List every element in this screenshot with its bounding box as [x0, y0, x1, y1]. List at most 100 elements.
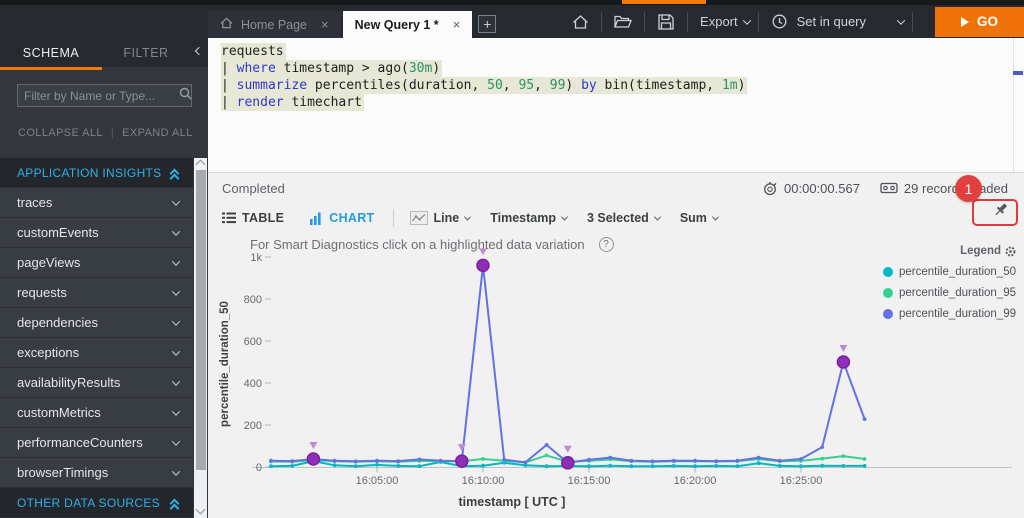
- home-tab-icon: [220, 17, 233, 32]
- code-line: | where timestamp > ago(30m): [221, 60, 747, 77]
- collapse-all-button[interactable]: COLLAPSE ALL: [18, 127, 103, 139]
- code-line: | render timechart: [221, 94, 747, 111]
- save-icon[interactable]: [653, 14, 679, 30]
- scrollbar-thumb[interactable]: [196, 170, 206, 470]
- svg-text:16:20:00: 16:20:00: [674, 475, 717, 487]
- sidebar-item-dependencies[interactable]: dependencies: [0, 308, 193, 338]
- series-dropdown[interactable]: 3 Selected: [587, 211, 660, 225]
- svg-text:16:05:00: 16:05:00: [356, 475, 399, 487]
- svg-text:400: 400: [244, 378, 262, 390]
- tab-label: New Query 1 *: [355, 18, 439, 32]
- records-icon: [880, 181, 898, 195]
- sidebar-item-availabilityresults[interactable]: availabilityResults: [0, 368, 193, 398]
- open-folder-icon[interactable]: [610, 14, 636, 29]
- chevron-down-icon[interactable]: [172, 377, 180, 385]
- timechart-svg[interactable]: 02004006008001k16:05:0016:10:0016:15:001…: [232, 241, 1022, 493]
- chart-type-dropdown[interactable]: Line: [410, 211, 471, 225]
- sidebar-item-requests[interactable]: requests: [0, 278, 193, 308]
- divider: [758, 12, 759, 32]
- sidebar-scrollbar[interactable]: [194, 158, 207, 518]
- sidebar-item-traces[interactable]: traces: [0, 188, 193, 218]
- overview-ruler-marker: [1013, 71, 1023, 75]
- sidebar-item-browsertimings[interactable]: browserTimings: [0, 458, 193, 488]
- query-code[interactable]: requests| where timestamp > ago(30m)| su…: [221, 43, 747, 111]
- chevron-down-icon[interactable]: [742, 16, 750, 24]
- chevron-down-icon[interactable]: [172, 257, 180, 265]
- aggregation-value: Sum: [680, 211, 707, 225]
- tab-new-query[interactable]: New Query 1 * ×: [343, 11, 473, 38]
- chevron-down-icon[interactable]: [172, 467, 180, 475]
- scroll-down-icon[interactable]: [196, 505, 206, 515]
- home-icon[interactable]: [567, 14, 593, 30]
- tree-item-label: requests: [17, 285, 67, 300]
- code-line: | summarize percentiles(duration, 50, 95…: [221, 77, 747, 94]
- pin-highlight-box: [972, 199, 1018, 226]
- divider: [912, 12, 913, 32]
- pin-icon[interactable]: [993, 202, 1010, 224]
- play-icon: [961, 17, 969, 27]
- close-tab-icon[interactable]: ×: [315, 17, 329, 32]
- chevron-down-icon[interactable]: [172, 437, 180, 445]
- tree-item-label: customMetrics: [17, 405, 101, 420]
- time-range-dropdown[interactable]: Set in query: [797, 14, 866, 29]
- tab-home-page[interactable]: Home Page ×: [208, 11, 341, 38]
- x-axis-dropdown[interactable]: Timestamp: [490, 211, 567, 225]
- double-chevron-up-icon[interactable]: [171, 170, 181, 180]
- tree-item-label: OTHER DATA SOURCES: [17, 496, 160, 510]
- svg-text:16:15:00: 16:15:00: [568, 475, 611, 487]
- sidebar-item-customevents[interactable]: customEvents: [0, 218, 193, 248]
- svg-text:200: 200: [244, 420, 262, 432]
- stopwatch-icon: [763, 181, 778, 196]
- sidebar-item-custommetrics[interactable]: customMetrics: [0, 398, 193, 428]
- chevron-down-icon[interactable]: [172, 287, 180, 295]
- svg-text:800: 800: [244, 294, 262, 306]
- chevron-down-icon: [464, 213, 471, 220]
- divider: [687, 12, 688, 32]
- new-tab-button[interactable]: +: [478, 15, 496, 33]
- tree-item-label: availabilityResults: [17, 375, 120, 390]
- tab-filter[interactable]: FILTER: [102, 46, 190, 60]
- chart-view-button[interactable]: CHART: [310, 211, 374, 225]
- editor-overview-ruler: [1013, 38, 1014, 172]
- section-application-insights[interactable]: APPLICATION INSIGHTS: [0, 158, 193, 188]
- scroll-up-icon[interactable]: [196, 160, 206, 170]
- chevron-down-icon[interactable]: [897, 16, 905, 24]
- section-other-data-sources[interactable]: OTHER DATA SOURCES: [0, 488, 193, 518]
- table-view-button[interactable]: TABLE: [222, 211, 284, 225]
- schema-tree: APPLICATION INSIGHTStracescustomEventspa…: [0, 158, 193, 518]
- chevron-down-icon[interactable]: [172, 227, 180, 235]
- fold-controls: COLLAPSE ALL | EXPAND ALL: [18, 127, 208, 139]
- expand-all-button[interactable]: EXPAND ALL: [122, 127, 192, 139]
- chevron-down-icon[interactable]: [172, 347, 180, 355]
- tab-schema[interactable]: SCHEMA: [0, 46, 102, 60]
- svg-text:1k: 1k: [250, 252, 262, 264]
- chevron-down-icon[interactable]: [172, 407, 180, 415]
- aggregation-dropdown[interactable]: Sum: [680, 211, 718, 225]
- x-axis-value: Timestamp: [490, 211, 556, 225]
- collapse-sidebar-icon[interactable]: [195, 47, 203, 55]
- annotation-badge: 1: [955, 175, 982, 202]
- top-bar: Home Page × New Query 1 * × + Export: [0, 0, 1024, 38]
- query-editor[interactable]: requests| where timestamp > ago(30m)| su…: [208, 38, 1024, 172]
- sidebar-item-performancecounters[interactable]: performanceCounters: [0, 428, 193, 458]
- close-tab-icon[interactable]: ×: [447, 17, 461, 32]
- double-chevron-up-icon[interactable]: [171, 500, 181, 510]
- chevron-down-icon[interactable]: [172, 317, 180, 325]
- export-button[interactable]: Export: [700, 14, 738, 29]
- schema-filter-input[interactable]: [24, 89, 179, 103]
- tree-item-label: exceptions: [17, 345, 79, 360]
- code-line: requests: [221, 43, 747, 60]
- svg-text:0: 0: [256, 462, 262, 474]
- query-status: Completed: [222, 181, 285, 196]
- progress-indicator: [622, 0, 706, 4]
- go-button[interactable]: GO: [935, 7, 1024, 37]
- main-panel: requests| where timestamp > ago(30m)| su…: [208, 38, 1024, 518]
- tree-item-label: browserTimings: [17, 465, 108, 480]
- svg-text:16:25:00: 16:25:00: [780, 475, 823, 487]
- time-range-icon[interactable]: [767, 14, 793, 29]
- svg-text:16:10:00: 16:10:00: [462, 475, 505, 487]
- chevron-down-icon[interactable]: [172, 197, 180, 205]
- sidebar-item-exceptions[interactable]: exceptions: [0, 338, 193, 368]
- chevron-down-icon: [712, 213, 719, 220]
- sidebar-item-pageviews[interactable]: pageViews: [0, 248, 193, 278]
